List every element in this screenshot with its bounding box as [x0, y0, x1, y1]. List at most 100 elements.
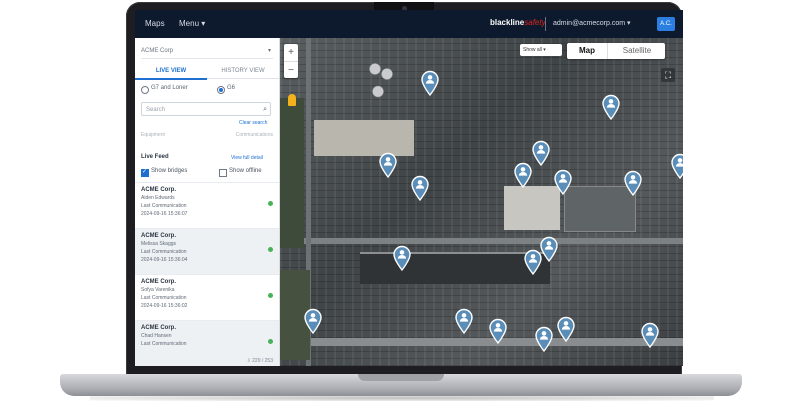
- feed-item-name: Aiden Edwards: [141, 195, 175, 201]
- worker-location-pin[interactable]: [601, 94, 621, 121]
- worker-location-pin[interactable]: [488, 318, 508, 345]
- tab-live-view[interactable]: LIVE VIEW: [135, 64, 207, 80]
- worker-location-pin[interactable]: [513, 162, 533, 189]
- tank-cluster: [366, 54, 396, 104]
- tab-history-view[interactable]: HISTORY VIEW: [207, 64, 279, 79]
- map-road: [280, 238, 683, 244]
- filter-left-label[interactable]: Equipment: [141, 132, 165, 138]
- worker-location-pin[interactable]: [420, 70, 440, 97]
- feed-item-time: 2024-09-16 15:36:02: [141, 303, 188, 309]
- clear-search-link[interactable]: Clear search: [239, 120, 267, 126]
- street-view-pegman-icon[interactable]: [288, 94, 296, 106]
- person-pin-icon: [532, 140, 550, 167]
- feed-filter-checkboxes: Show bridges Show offline: [141, 168, 277, 178]
- view-tabs: LIVE VIEW HISTORY VIEW: [135, 64, 279, 80]
- screen: Maps Menu ▾ blacklinesafety admin@acmeco…: [135, 10, 683, 366]
- device-type-radios: G7 and Loner G6: [141, 84, 277, 96]
- organization-select[interactable]: ACME Corp ▾: [141, 44, 273, 59]
- feed-item[interactable]: ACME Corp. Melissa Skaggs Last Communica…: [135, 228, 279, 274]
- person-pin-icon: [304, 308, 322, 335]
- show-bridges-label: Show bridges: [151, 168, 188, 174]
- map-type-map-button[interactable]: Map: [567, 43, 607, 59]
- worker-location-pin[interactable]: [556, 316, 576, 343]
- filter-row: Equipment Communications: [141, 132, 273, 138]
- worker-location-pin[interactable]: [303, 308, 323, 335]
- worker-location-pin[interactable]: [553, 169, 573, 196]
- top-navbar: Maps Menu ▾ blacklinesafety admin@acmeco…: [135, 10, 683, 38]
- filter-right-label[interactable]: Communications: [236, 132, 273, 138]
- radio-g7-loner[interactable]: [141, 86, 149, 94]
- map-road: [280, 338, 683, 346]
- person-pin-icon: [557, 316, 575, 343]
- person-pin-icon: [602, 94, 620, 121]
- view-all-link[interactable]: View full detail: [231, 155, 263, 161]
- feed-item-org: ACME Corp.: [141, 233, 176, 239]
- search-icon: ⌕: [263, 106, 267, 113]
- person-pin-icon: [535, 326, 553, 353]
- zoom-in-button[interactable]: +: [284, 44, 298, 61]
- zoom-control: + −: [284, 44, 298, 78]
- worker-location-pin[interactable]: [670, 153, 683, 180]
- feed-item-time: 2024-09-16 15:36:07: [141, 211, 188, 217]
- worker-location-pin[interactable]: [378, 152, 398, 179]
- feed-item-name: Sofya Varenika: [141, 287, 175, 293]
- feed-item-org: ACME Corp.: [141, 279, 176, 285]
- map-type-satellite-button[interactable]: Satellite: [607, 43, 666, 59]
- person-pin-icon: [455, 308, 473, 335]
- feed-item-org: ACME Corp.: [141, 187, 176, 193]
- live-feed-list: ACME Corp. Aiden Edwards Last Communicat…: [135, 182, 279, 366]
- person-pin-icon: [393, 245, 411, 272]
- feed-item-label: Last Communication: [141, 249, 187, 255]
- sidebar: ACME Corp ▾ LIVE VIEW HISTORY VIEW G7 an…: [135, 38, 280, 366]
- worker-location-pin[interactable]: [523, 249, 543, 276]
- feed-item-label: Last Communication: [141, 341, 187, 347]
- user-account-menu[interactable]: admin@acmecorp.com ▾: [553, 10, 631, 38]
- laptop-base: [60, 374, 742, 396]
- building-roof: [504, 186, 560, 230]
- worker-location-pin[interactable]: [454, 308, 474, 335]
- worker-location-pin[interactable]: [534, 326, 554, 353]
- person-pin-icon: [671, 153, 683, 180]
- feed-item-time: 2024-09-16 15:36:04: [141, 257, 188, 263]
- building-roof: [360, 252, 550, 284]
- live-feed-title: Live Feed: [141, 154, 169, 160]
- show-bridges-checkbox[interactable]: [141, 168, 149, 177]
- chevron-down-icon: ▾: [267, 48, 271, 54]
- search-input[interactable]: Search ⌕: [141, 102, 271, 116]
- worker-location-pin[interactable]: [392, 245, 412, 272]
- show-offline-label: Show offline: [229, 168, 262, 174]
- zoom-out-button[interactable]: −: [284, 62, 298, 79]
- user-avatar[interactable]: A.C.: [657, 17, 675, 31]
- nav-menu-dropdown[interactable]: Menu ▾: [179, 10, 205, 38]
- nav-maps-link[interactable]: Maps: [145, 10, 165, 38]
- person-pin-icon: [514, 162, 532, 189]
- map-view[interactable]: + − Show all ▾ Map Satellite ⛶: [280, 38, 683, 366]
- worker-location-pin[interactable]: [623, 170, 643, 197]
- feed-item[interactable]: ACME Corp. Sofya Varenika Last Communica…: [135, 274, 279, 320]
- layer-select[interactable]: Show all ▾: [520, 44, 562, 56]
- person-pin-icon: [379, 152, 397, 179]
- person-pin-icon: [489, 318, 507, 345]
- person-pin-icon: [411, 175, 429, 202]
- radio-g7-loner-label: G7 and Loner: [151, 85, 188, 91]
- brand-logo-main: blackline: [490, 18, 525, 27]
- feed-item[interactable]: ACME Corp. Aiden Edwards Last Communicat…: [135, 182, 279, 228]
- worker-location-pin[interactable]: [640, 322, 660, 349]
- person-pin-icon: [524, 249, 542, 276]
- worker-location-pin[interactable]: [531, 140, 551, 167]
- status-online-icon: [268, 339, 273, 344]
- worker-location-pin[interactable]: [410, 175, 430, 202]
- status-online-icon: [268, 201, 273, 206]
- brand-divider: [545, 17, 546, 31]
- radio-g6[interactable]: [217, 86, 225, 94]
- brand-logo: blacklinesafety: [490, 18, 546, 27]
- radio-g6-label: G6: [227, 85, 236, 91]
- map-type-toggle: Map Satellite: [567, 43, 665, 59]
- feed-item-name: Melissa Skaggs: [141, 241, 177, 247]
- person-pin-icon: [641, 322, 659, 349]
- green-area: [280, 98, 304, 248]
- laptop-base-notch: [358, 374, 444, 381]
- fullscreen-icon[interactable]: ⛶: [661, 68, 675, 82]
- person-pin-icon: [554, 169, 572, 196]
- show-offline-checkbox[interactable]: [219, 169, 227, 177]
